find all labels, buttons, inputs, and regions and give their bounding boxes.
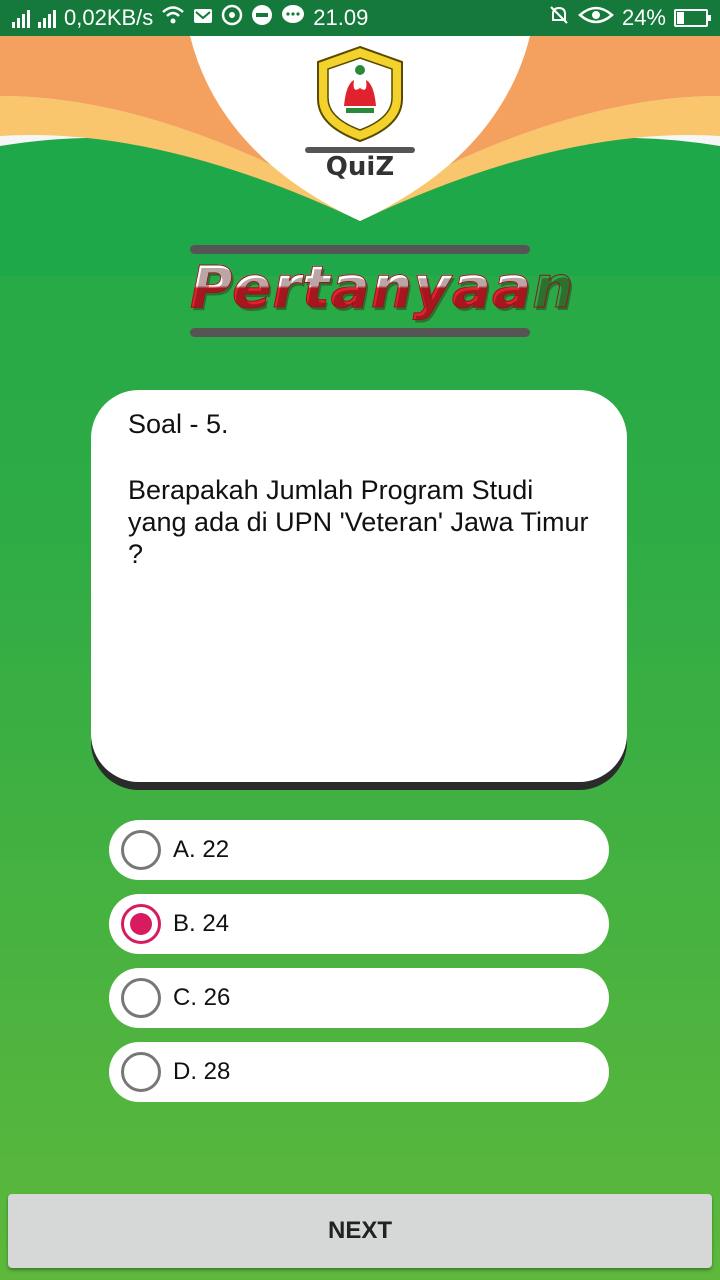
next-button[interactable]: NEXT (8, 1194, 712, 1268)
option-a[interactable]: A. 22 (109, 820, 609, 880)
whatsapp-icon (221, 4, 243, 32)
signal-icon-2 (38, 8, 56, 28)
option-c[interactable]: C. 26 (109, 968, 609, 1028)
status-left: 0,02KB/s 21.09 (12, 4, 368, 32)
status-right: 24% (548, 4, 711, 32)
option-label: D. 28 (173, 1058, 231, 1085)
mail-icon (193, 5, 213, 31)
bell-off-icon (548, 4, 570, 32)
option-b[interactable]: B. 24 (109, 894, 609, 954)
wifi-icon (161, 5, 185, 31)
battery-fill (677, 12, 684, 24)
radio-button-icon[interactable] (121, 904, 161, 944)
title-block: Pertanyaan (190, 245, 575, 340)
university-seal-icon (317, 45, 403, 143)
title-line-bottom (190, 328, 530, 337)
option-label: B. 24 (173, 910, 230, 937)
option-label: C. 26 (173, 984, 231, 1011)
radio-button-icon[interactable] (121, 978, 161, 1018)
app-logo: QuiZ (300, 44, 420, 194)
clock-time: 21.09 (313, 5, 369, 30)
radio-button-icon[interactable] (121, 830, 161, 870)
page-title: Pertanyaan (190, 253, 575, 322)
question-number: Soal - 5. (128, 409, 229, 439)
option-label: A. 22 (173, 836, 230, 863)
quiz-divider (305, 147, 415, 153)
question-card: Soal - 5. Berapakah Jumlah Program Studi… (91, 390, 627, 782)
battery-percent: 24% (621, 5, 666, 30)
radio-button-icon[interactable] (121, 1052, 161, 1092)
question-text: Berapakah Jumlah Program Studi yang ada … (128, 475, 589, 569)
battery-icon (674, 9, 711, 27)
quiz-label: QuiZ (325, 152, 395, 182)
status-bar: 0,02KB/s 21.09 24% (0, 0, 720, 36)
chat-icon (281, 4, 305, 32)
line-icon (251, 4, 273, 32)
signal-icon (12, 8, 30, 28)
eye-icon (578, 5, 614, 31)
option-d[interactable]: D. 28 (109, 1042, 609, 1102)
network-speed: 0,02KB/s (64, 5, 154, 30)
